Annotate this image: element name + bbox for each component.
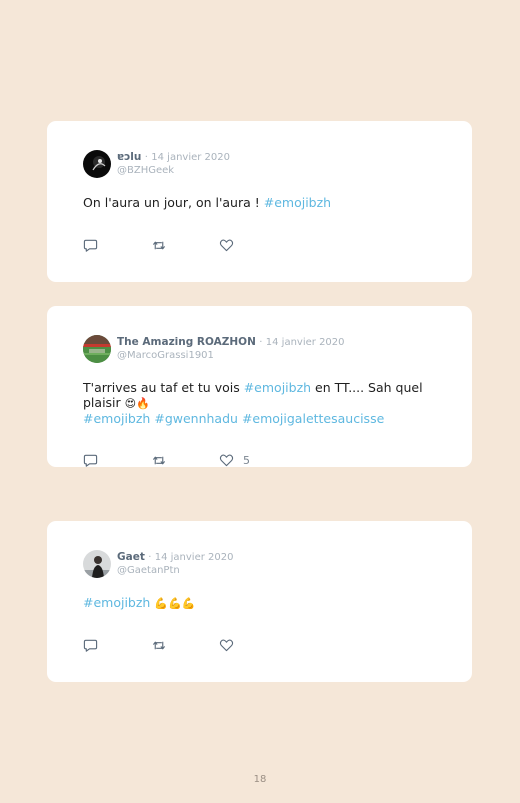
tweet-text-before: T'arrives au taf et tu vois	[83, 380, 244, 395]
tweet-meta: The Amazing ROAZHON · 14 janvier 2020 @M…	[117, 336, 345, 362]
author-name[interactable]: Gaet	[117, 551, 145, 563]
tweet-date[interactable]: 14 janvier 2020	[151, 152, 230, 163]
like-button[interactable]	[219, 452, 235, 468]
hashtag-link[interactable]: #emojibzh	[264, 195, 331, 210]
author-handle[interactable]: @BZHGeek	[117, 164, 230, 177]
tweet-meta: ɐɔlu · 14 janvier 2020 @BZHGeek	[117, 151, 230, 177]
hashtag-link[interactable]: #gwennhadu	[154, 411, 238, 426]
heart-icon	[219, 454, 234, 467]
reply-icon	[83, 454, 98, 467]
reply-button[interactable]	[83, 637, 99, 653]
tweet-text-plain: On l'aura un jour, on l'aura !	[83, 195, 264, 210]
retweet-icon	[152, 240, 166, 250]
retweet-button[interactable]	[151, 637, 167, 653]
tweet-date[interactable]: 14 janvier 2020	[266, 337, 345, 348]
heart-icon	[219, 639, 234, 652]
retweet-icon	[152, 455, 166, 465]
retweet-button[interactable]	[151, 237, 167, 253]
avatar[interactable]	[83, 150, 111, 178]
tweet-header: Gaet · 14 janvier 2020 @GaetanPtn	[83, 549, 233, 579]
reply-button[interactable]	[83, 237, 99, 253]
tweet-meta: Gaet · 14 janvier 2020 @GaetanPtn	[117, 551, 233, 577]
like-button[interactable]	[219, 637, 235, 653]
author-name[interactable]: ɐɔlu	[117, 151, 141, 163]
author-name[interactable]: The Amazing ROAZHON	[117, 336, 256, 348]
tweet-text: T'arrives au taf et tu vois #emojibzh en…	[83, 380, 433, 426]
tweet-actions: 5	[83, 452, 250, 468]
meta-separator: ·	[148, 552, 152, 563]
tweet-date[interactable]: 14 janvier 2020	[155, 552, 234, 563]
tweet-card-bzhgeek: ɐɔlu · 14 janvier 2020 @BZHGeek On l'aur…	[47, 121, 472, 282]
author-handle[interactable]: @MarcoGrassi1901	[117, 349, 345, 362]
tweet-emojis: 😍🔥	[124, 397, 150, 410]
meta-separator: ·	[144, 152, 148, 163]
tweet-actions	[83, 237, 243, 253]
reply-icon	[83, 239, 98, 252]
reply-icon	[83, 639, 98, 652]
heart-icon	[219, 239, 234, 252]
avatar[interactable]	[83, 335, 111, 363]
hashtag-link[interactable]: #emojigalettesaucisse	[242, 411, 384, 426]
tweet-header: ɐɔlu · 14 janvier 2020 @BZHGeek	[83, 149, 230, 179]
like-button[interactable]	[219, 237, 235, 253]
avatar[interactable]	[83, 550, 111, 578]
tweet-header: The Amazing ROAZHON · 14 janvier 2020 @M…	[83, 334, 345, 364]
hashtag-link[interactable]: #emojibzh	[244, 380, 311, 395]
page-number: 18	[253, 774, 267, 785]
hashtag-link[interactable]: #emojibzh	[83, 595, 150, 610]
retweet-icon	[152, 640, 166, 650]
retweet-button[interactable]	[151, 452, 167, 468]
like-count: 5	[243, 453, 250, 467]
tweet-text: #emojibzh 💪💪💪	[83, 595, 433, 611]
meta-separator: ·	[259, 337, 263, 348]
tweet-card-marcograssi: The Amazing ROAZHON · 14 janvier 2020 @M…	[47, 306, 472, 467]
author-handle[interactable]: @GaetanPtn	[117, 564, 233, 577]
tweet-text: On l'aura un jour, on l'aura ! #emojibzh	[83, 195, 433, 210]
hashtag-link[interactable]: #emojibzh	[83, 411, 150, 426]
reply-button[interactable]	[83, 452, 99, 468]
tweet-emojis: 💪💪💪	[154, 597, 196, 610]
tweet-actions	[83, 637, 243, 653]
tweet-card-gaetanptn: Gaet · 14 janvier 2020 @GaetanPtn #emoji…	[47, 521, 472, 682]
